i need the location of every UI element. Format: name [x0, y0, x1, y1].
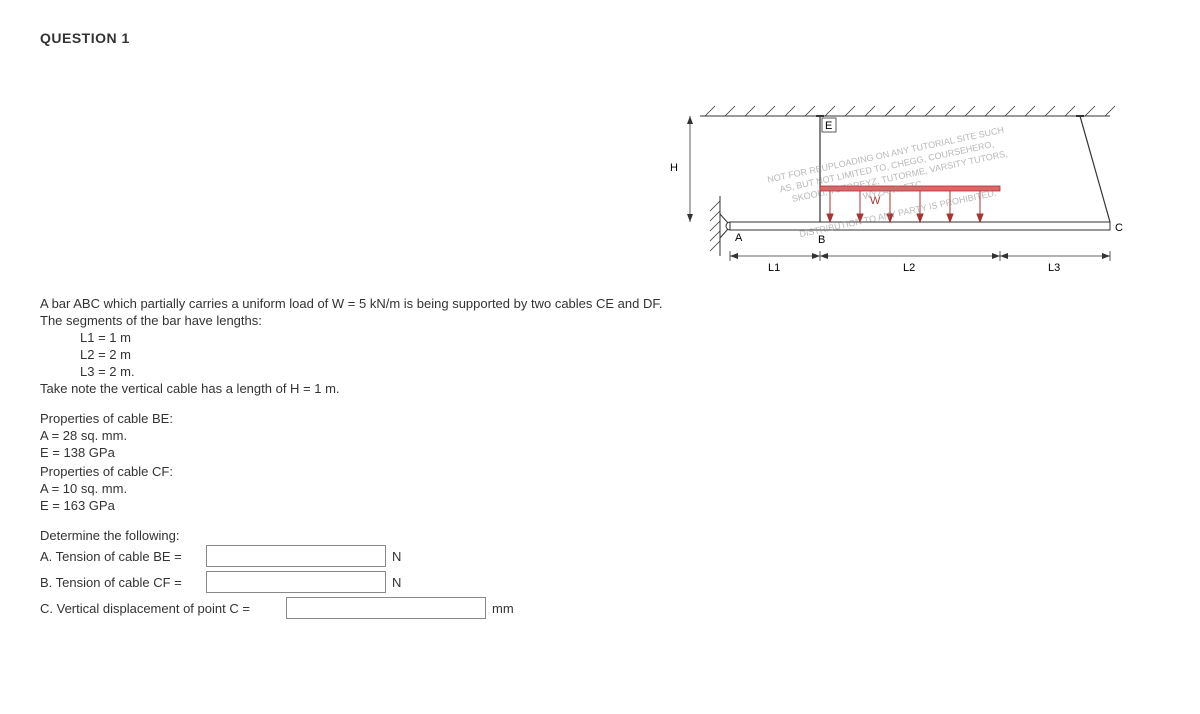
- length-l2: L2 = 2 m: [80, 347, 1160, 362]
- length-l3: L3 = 2 m.: [80, 364, 1160, 379]
- answer-row-a: A. Tension of cable BE = N: [40, 545, 1160, 567]
- answer-c-label: C. Vertical displacement of point C =: [40, 601, 280, 616]
- props-be-header: Properties of cable BE:: [40, 411, 1160, 426]
- answer-a-unit: N: [392, 549, 401, 564]
- diagram-label-b: B: [818, 234, 825, 246]
- answer-b-unit: N: [392, 575, 401, 590]
- question-header: QUESTION 1: [40, 30, 1160, 46]
- problem-text: A bar ABC which partially carries a unif…: [40, 296, 1160, 619]
- props-cf-e: E = 163 GPa: [40, 498, 1160, 513]
- intro-line-2: The segments of the bar have lengths:: [40, 313, 1160, 328]
- answer-a-label: A. Tension of cable BE =: [40, 549, 200, 564]
- answer-a-input[interactable]: [206, 545, 386, 567]
- diagram-label-l3: L3: [1048, 262, 1060, 274]
- answer-row-c: C. Vertical displacement of point C = mm: [40, 597, 1160, 619]
- main-container: H E W A B C: [40, 96, 1160, 296]
- length-l1: L1 = 1 m: [80, 330, 1160, 345]
- answer-c-unit: mm: [492, 601, 514, 616]
- answer-row-b: B. Tension of cable CF = N: [40, 571, 1160, 593]
- diagram-label-c: C: [1115, 222, 1123, 234]
- diagram-label-l1: L1: [768, 262, 780, 274]
- answer-b-input[interactable]: [206, 571, 386, 593]
- answer-b-label: B. Tension of cable CF =: [40, 575, 200, 590]
- diagram-label-l2: L2: [903, 262, 915, 274]
- diagram-label-a: A: [735, 232, 743, 244]
- answer-c-input[interactable]: [286, 597, 486, 619]
- determine-header: Determine the following:: [40, 528, 1160, 543]
- props-cf-a: A = 10 sq. mm.: [40, 481, 1160, 496]
- diagram: H E W A B C: [660, 96, 1160, 296]
- props-cf-header: Properties of cable CF:: [40, 464, 1160, 479]
- diagram-label-e: E: [825, 120, 832, 132]
- diagram-label-h: H: [670, 162, 678, 174]
- props-be-a: A = 28 sq. mm.: [40, 428, 1160, 443]
- intro-line-1: A bar ABC which partially carries a unif…: [40, 296, 1160, 311]
- props-be-e: E = 138 GPa: [40, 445, 1160, 460]
- problem-content: [40, 96, 620, 296]
- note-line: Take note the vertical cable has a lengt…: [40, 381, 1160, 396]
